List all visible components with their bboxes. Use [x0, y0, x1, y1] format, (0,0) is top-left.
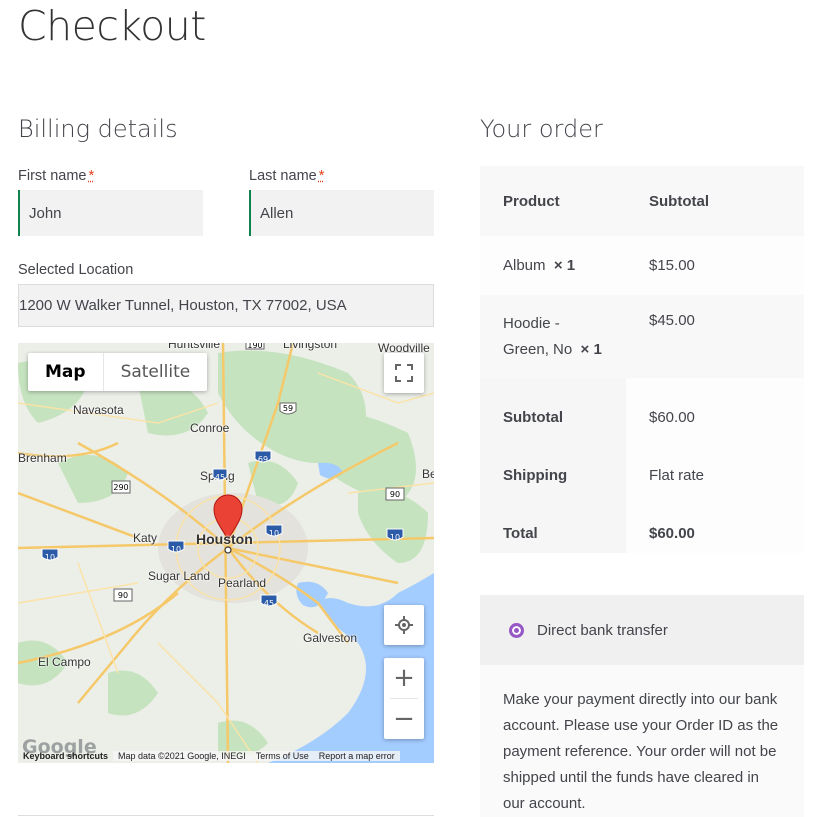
place-label: Livingston	[283, 343, 338, 351]
map-type-map-button[interactable]: Map	[28, 353, 103, 391]
first-name-label: First name *	[18, 168, 95, 184]
google-map[interactable]: Huntsville Livingston Woodville Navasota…	[18, 343, 434, 763]
fullscreen-button[interactable]	[384, 353, 424, 393]
terms-link[interactable]: Terms of Use	[250, 751, 314, 761]
place-label-houston: Houston	[196, 531, 253, 547]
product-name: Hoodie - Green, No × 1	[503, 315, 602, 358]
place-label: Brenham	[18, 451, 67, 465]
crosshair-icon	[395, 616, 413, 634]
selected-location-field[interactable]: 1200 W Walker Tunnel, Houston, TX 77002,…	[18, 284, 434, 327]
place-label: El Campo	[38, 655, 91, 669]
last-name-field[interactable]: Allen	[249, 190, 434, 236]
place-label: Pearland	[218, 576, 267, 590]
divider	[18, 815, 434, 816]
keyboard-shortcuts-link[interactable]: Keyboard shortcuts	[18, 751, 113, 761]
shipping-value: Flat rate	[649, 466, 705, 484]
subtotal-label: Subtotal	[503, 408, 563, 426]
map-type-satellite-button[interactable]: Satellite	[102, 353, 208, 391]
fullscreen-icon	[395, 364, 413, 382]
shipping-row: Shipping Flat rate	[480, 446, 804, 504]
payment-description: Make your payment directly into our bank…	[480, 665, 804, 817]
place-label: Huntsville	[168, 343, 221, 351]
billing-heading: Billing details	[18, 115, 178, 143]
payment-method-bacs[interactable]: Direct bank transfer	[480, 595, 804, 665]
page-title: Checkout	[18, 2, 206, 50]
my-location-button[interactable]	[384, 605, 424, 645]
order-heading: Your order	[480, 115, 603, 143]
report-map-error-link[interactable]: Report a map error	[313, 751, 400, 761]
subtotal-value: $60.00	[649, 408, 695, 426]
plus-icon: +	[393, 663, 415, 693]
product-name: Album × 1	[503, 257, 576, 274]
last-name-label: Last name *	[249, 168, 325, 184]
first-name-field[interactable]: John	[18, 190, 203, 236]
payment-method-label[interactable]: Direct bank transfer	[537, 622, 668, 639]
map-data-text: Map data ©2021 Google, INEGI	[113, 751, 251, 761]
payment-methods: Direct bank transfer Make your payment d…	[480, 595, 804, 817]
selected-location-label: Selected Location	[18, 262, 134, 278]
order-item-row: Hoodie - Green, No × 1 $45.00	[480, 295, 804, 378]
place-label: Navasota	[73, 403, 124, 417]
place-label: Galveston	[303, 631, 358, 645]
zoom-control[interactable]: + −	[384, 658, 424, 739]
product-price: $45.00	[649, 312, 695, 329]
shipping-label: Shipping	[503, 466, 568, 484]
product-price: $15.00	[649, 257, 695, 274]
zoom-out-button[interactable]: −	[384, 699, 424, 739]
place-label: Conroe	[190, 421, 230, 435]
column-product: Product	[503, 192, 560, 210]
order-table-header: Product Subtotal	[480, 166, 804, 236]
zoom-in-button[interactable]: +	[384, 658, 424, 698]
minus-icon: −	[393, 704, 415, 734]
place-label: Be	[422, 467, 434, 481]
subtotal-row: Subtotal $60.00	[480, 388, 804, 446]
total-row: Total $60.00	[480, 504, 804, 562]
order-item-row: Album × 1 $15.00	[480, 236, 804, 295]
total-value: $60.00	[649, 524, 695, 542]
map-attribution: Keyboard shortcuts Map data ©2021 Google…	[18, 749, 434, 763]
column-subtotal: Subtotal	[649, 192, 709, 210]
order-table: Product Subtotal Album × 1 $15.00 Hoodie…	[480, 166, 804, 553]
place-label: Sugar Land	[148, 569, 211, 583]
total-label: Total	[503, 524, 538, 542]
map-type-control[interactable]: Map Satellite	[28, 353, 208, 391]
radio-selected-icon[interactable]	[509, 622, 524, 638]
place-label: Spring	[200, 469, 235, 483]
place-label: Katy	[133, 531, 158, 545]
